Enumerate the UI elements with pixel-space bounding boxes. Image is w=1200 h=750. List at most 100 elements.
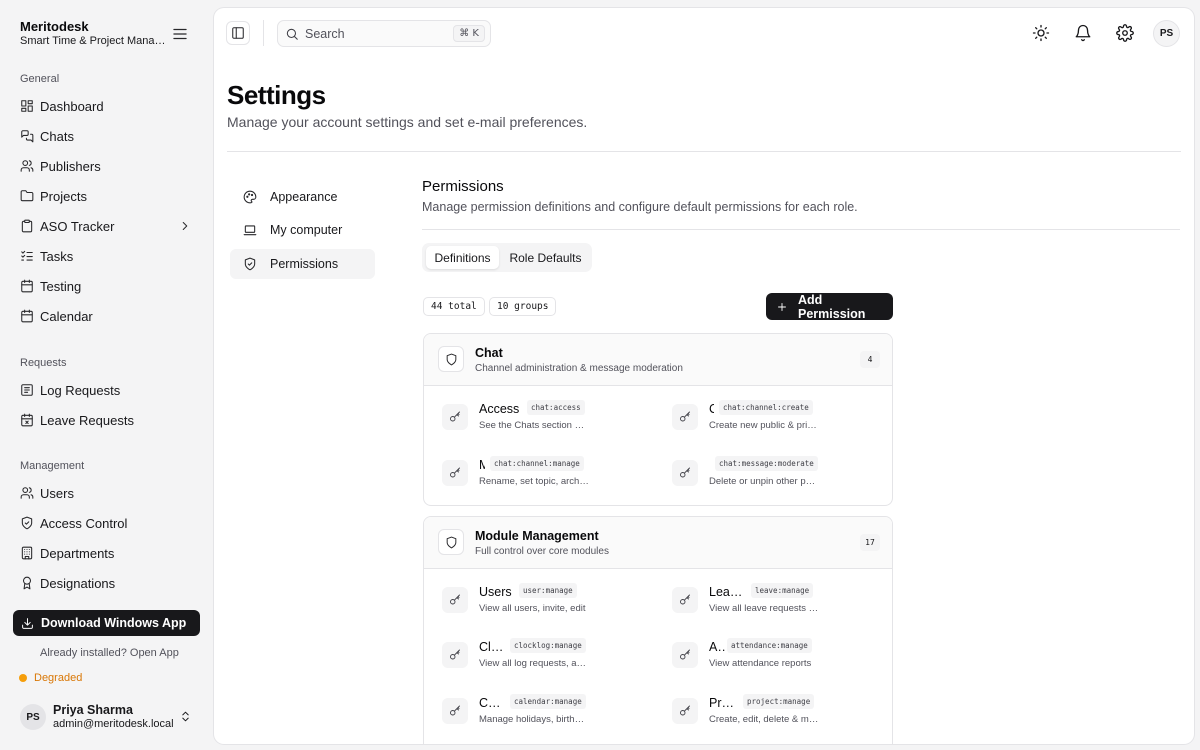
- sidebar-item-label: Access Control: [40, 515, 128, 531]
- dashboard-icon: [20, 99, 40, 113]
- calendar-icon: [20, 309, 40, 323]
- permission-item[interactable]: Calendar calendar:manage Manage holidays…: [442, 694, 662, 734]
- group-label-general: General: [20, 73, 60, 85]
- permission-code: chat:message:moderate: [715, 456, 818, 471]
- sidebar-toggle-button[interactable]: [226, 21, 250, 45]
- permission-code: project:manage: [743, 694, 815, 709]
- download-icon: [21, 617, 41, 630]
- add-permission-button[interactable]: Add Permission: [766, 293, 893, 321]
- sidebar-item-label: Calendar: [40, 308, 93, 324]
- page-subtitle: Manage your account settings and set e-m…: [227, 114, 588, 130]
- page-title: Settings: [227, 80, 326, 110]
- sidebar-item-log-requests[interactable]: Log Requests: [12, 376, 200, 404]
- main-panel: Search ⌘ K PS Settings Manage your accou…: [214, 8, 1194, 744]
- sidebar-item-aso-tracker[interactable]: ASO Tracker: [12, 212, 200, 240]
- permission-item[interactable]: Leave leave:manage View all leave reques…: [672, 583, 892, 623]
- sidebar-item-departments[interactable]: Departments: [12, 539, 200, 567]
- card-header[interactable]: Module Management Full control over core…: [424, 517, 892, 569]
- divider: [422, 229, 1180, 230]
- download-windows-app-button[interactable]: Download Windows App: [13, 610, 200, 636]
- sidebar-item-label: Testing: [40, 278, 82, 294]
- settings-nav-my-computer[interactable]: My computer: [230, 215, 375, 245]
- permission-name: Create channels: [709, 402, 714, 416]
- tab-definitions[interactable]: Definitions: [426, 246, 499, 269]
- sidebar-item-leave-requests[interactable]: Leave Requests: [12, 406, 200, 434]
- permission-code: chat:channel:create: [719, 400, 813, 415]
- tab-role-defaults[interactable]: Role Defaults: [503, 246, 588, 269]
- key-icon: [442, 698, 468, 724]
- permission-item[interactable]: Clocklog clocklog:manage View all log re…: [442, 638, 662, 678]
- group-name: Module Management: [475, 529, 599, 543]
- permission-item[interactable]: Create channels chat:channel:create Crea…: [672, 400, 892, 440]
- sidebar-item-access-control[interactable]: Access Control: [12, 509, 200, 537]
- permission-item[interactable]: Access chat:access See the Chats section…: [442, 400, 662, 440]
- group-description: Full control over core modules: [475, 546, 609, 557]
- permission-description: Delete or unpin other people's messages: [709, 476, 819, 487]
- permission-item[interactable]: chat:message:moderate Delete or unpin ot…: [672, 456, 892, 496]
- palette-icon: [243, 190, 270, 204]
- permission-code: calendar:manage: [510, 694, 586, 709]
- permission-item[interactable]: Manage channels chat:channel:manage Rena…: [442, 456, 662, 496]
- folder-icon: [20, 189, 40, 203]
- sidebar-item-designations[interactable]: Designations: [12, 569, 200, 597]
- panel-left-icon: [231, 26, 245, 40]
- sidebar-item-label: ASO Tracker: [40, 218, 115, 234]
- sidebar-item-projects[interactable]: Projects: [12, 182, 200, 210]
- list-check-icon: [20, 249, 40, 263]
- group-label-requests: Requests: [20, 357, 67, 369]
- permission-description: View all leave requests and approve: [709, 603, 819, 614]
- clipboard-icon: [20, 219, 40, 233]
- sidebar-item-dashboard[interactable]: Dashboard: [12, 92, 200, 120]
- users-icon: [20, 486, 40, 500]
- search-input[interactable]: Search ⌘ K: [277, 20, 491, 47]
- key-icon: [442, 460, 468, 486]
- settings-nav-permissions[interactable]: Permissions: [230, 249, 375, 279]
- search-icon: [285, 27, 305, 41]
- shield-check-icon: [243, 257, 270, 271]
- divider: [263, 20, 264, 46]
- permission-group-card: Chat Channel administration & message mo…: [423, 333, 893, 506]
- shield-icon: [438, 346, 464, 372]
- permission-name: Clocklog: [479, 640, 504, 654]
- card-header[interactable]: Chat Channel administration & message mo…: [424, 334, 892, 386]
- permission-description: View attendance reports: [709, 658, 812, 669]
- brand-subtitle: Smart Time & Project Management: [20, 35, 170, 47]
- group-label-management: Management: [20, 460, 85, 472]
- menu-icon[interactable]: [171, 25, 189, 43]
- open-app-link[interactable]: Already installed? Open App: [40, 647, 179, 659]
- section-subtitle: Manage permission definitions and config…: [422, 200, 858, 214]
- sidebar-item-testing[interactable]: Testing: [12, 272, 200, 300]
- permission-description: View all log requests, approve: [479, 658, 589, 669]
- gear-icon[interactable]: [1116, 24, 1134, 42]
- group-count-badge: 17: [860, 534, 880, 551]
- bell-icon[interactable]: [1074, 24, 1092, 42]
- chevrons-up-down-icon: [179, 710, 192, 723]
- sun-icon[interactable]: [1032, 24, 1050, 42]
- permission-item[interactable]: Attendance attendance:manage View attend…: [672, 638, 892, 678]
- sidebar-item-calendar[interactable]: Calendar: [12, 302, 200, 330]
- settings-nav-label: Permissions: [270, 257, 339, 271]
- sidebar-item-chats[interactable]: Chats: [12, 122, 200, 150]
- sidebar-item-publishers[interactable]: Publishers: [12, 152, 200, 180]
- permission-code: user:manage: [519, 583, 577, 598]
- permission-item[interactable]: Users user:manage View all users, invite…: [442, 583, 662, 623]
- user-menu[interactable]: PS Priya Sharma admin@meritodesk.local: [20, 703, 198, 731]
- key-icon: [442, 404, 468, 430]
- permission-item[interactable]: Projects project:manage Create, edit, de…: [672, 694, 892, 734]
- groups-count-badge: 10 groups: [489, 297, 557, 316]
- shortcut-hint: ⌘ K: [453, 25, 485, 42]
- permission-name: Calendar: [479, 696, 504, 710]
- section-title: Permissions: [422, 178, 504, 195]
- permission-name: Access: [479, 402, 520, 416]
- sidebar-item-users[interactable]: Users: [12, 479, 200, 507]
- permission-name: Projects: [709, 696, 739, 710]
- settings-nav-label: Appearance: [270, 190, 338, 204]
- permission-group-card: Module Management Full control over core…: [423, 516, 893, 744]
- avatar[interactable]: PS: [1153, 20, 1180, 47]
- sidebar-item-tasks[interactable]: Tasks: [12, 242, 200, 270]
- permissions-tabs: Definitions Role Defaults: [422, 243, 592, 272]
- settings-nav-appearance[interactable]: Appearance: [230, 182, 375, 212]
- brand-name: Meritodesk: [20, 19, 89, 34]
- permission-description: Rename, set topic, archive channels: [479, 476, 589, 487]
- key-icon: [672, 698, 698, 724]
